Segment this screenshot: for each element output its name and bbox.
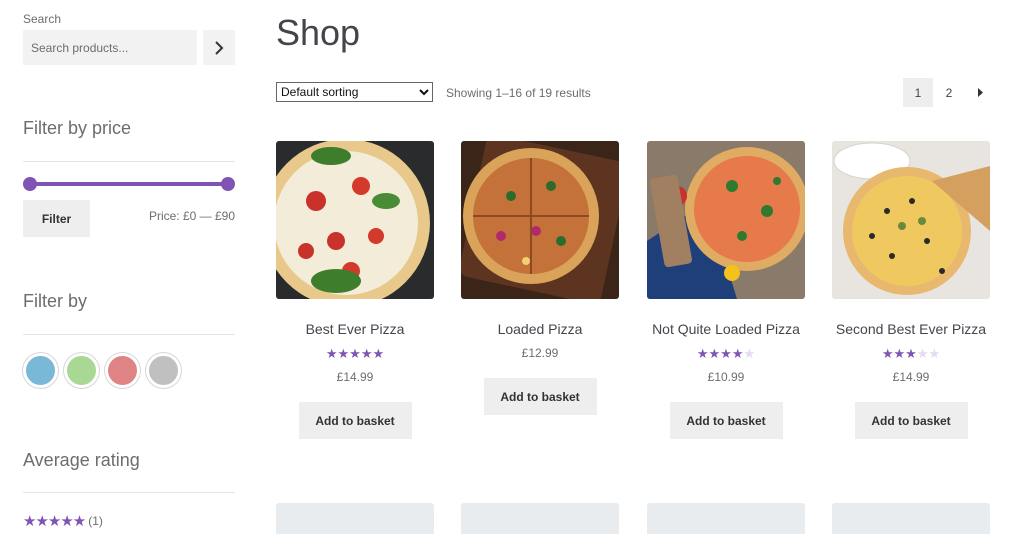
filter-button[interactable]: Filter — [23, 200, 90, 237]
color-swatch-blue[interactable] — [23, 353, 58, 388]
product-image-placeholder[interactable] — [647, 503, 805, 534]
rating-count: (1) — [88, 514, 103, 528]
pagination: 1 2 — [903, 78, 996, 107]
filter-by-title: Filter by — [23, 291, 88, 311]
product-image-pizza[interactable] — [647, 141, 805, 299]
add-to-basket-button[interactable]: Add to basket — [298, 402, 412, 439]
product-price: £14.99 — [892, 370, 930, 384]
filter-price-title: Filter by price — [23, 118, 132, 138]
product-price: £10.99 — [707, 370, 745, 384]
search-input[interactable] — [23, 30, 197, 65]
average-rating-title: Average rating — [23, 450, 140, 470]
search-submit-button[interactable] — [203, 30, 235, 65]
product-image-pizza[interactable] — [461, 141, 619, 299]
product-image-placeholder[interactable] — [461, 503, 619, 534]
divider — [23, 161, 235, 162]
page-title: Shop — [276, 12, 361, 53]
star-rating-icon: ★★★★★ — [696, 346, 756, 361]
divider — [23, 334, 235, 335]
product-name[interactable]: Loaded Pizza — [461, 321, 619, 339]
star-rating-icon: ★★★★★ — [23, 513, 86, 530]
sort-select[interactable]: Default sorting — [276, 82, 433, 102]
star-rating-icon: ★★★★★ — [325, 346, 385, 361]
product-name[interactable]: Second Best Ever Pizza — [832, 321, 990, 339]
product-card: Best Ever Pizza ★★★★★ £14.99 Add to bask… — [276, 141, 434, 439]
price-slider-min-handle[interactable] — [23, 177, 37, 191]
product-image-pizza[interactable] — [276, 141, 434, 299]
price-slider-max-handle[interactable] — [221, 177, 235, 191]
chevron-right-icon — [215, 40, 224, 55]
color-swatch-red[interactable] — [105, 353, 140, 388]
arrow-right-icon — [977, 88, 983, 97]
result-count: Showing 1–16 of 19 results — [446, 86, 591, 100]
add-to-basket-button[interactable]: Add to basket — [669, 402, 783, 439]
product-card: Loaded Pizza £12.99 Add to basket — [461, 141, 619, 415]
product-name[interactable]: Not Quite Loaded Pizza — [647, 321, 805, 339]
color-swatches — [23, 353, 181, 388]
rating-filter-5-stars[interactable]: ★★★★★ (1) — [23, 512, 103, 530]
divider — [23, 492, 235, 493]
add-to-basket-button[interactable]: Add to basket — [854, 402, 968, 439]
product-image-placeholder[interactable] — [832, 503, 990, 534]
product-card: Second Best Ever Pizza ★★★★★ £14.99 Add … — [832, 141, 990, 439]
price-slider-track[interactable] — [29, 182, 229, 186]
product-price: £14.99 — [336, 370, 374, 384]
page-2-button[interactable]: 2 — [934, 78, 964, 107]
search-label: Search — [23, 12, 62, 26]
next-page-button[interactable] — [965, 78, 995, 107]
product-image-placeholder[interactable] — [276, 503, 434, 534]
color-swatch-grey[interactable] — [146, 353, 181, 388]
star-rating-icon: ★★★★★ — [881, 346, 941, 361]
product-card: Not Quite Loaded Pizza ★★★★★ £10.99 Add … — [647, 141, 805, 439]
price-range-text: Price: £0 — £90 — [148, 209, 235, 223]
product-name[interactable]: Best Ever Pizza — [276, 321, 434, 339]
add-to-basket-button[interactable]: Add to basket — [483, 378, 597, 415]
page-1-button[interactable]: 1 — [903, 78, 933, 107]
color-swatch-green[interactable] — [64, 353, 99, 388]
product-image-pizza[interactable] — [832, 141, 990, 299]
product-price: £12.99 — [521, 346, 559, 360]
